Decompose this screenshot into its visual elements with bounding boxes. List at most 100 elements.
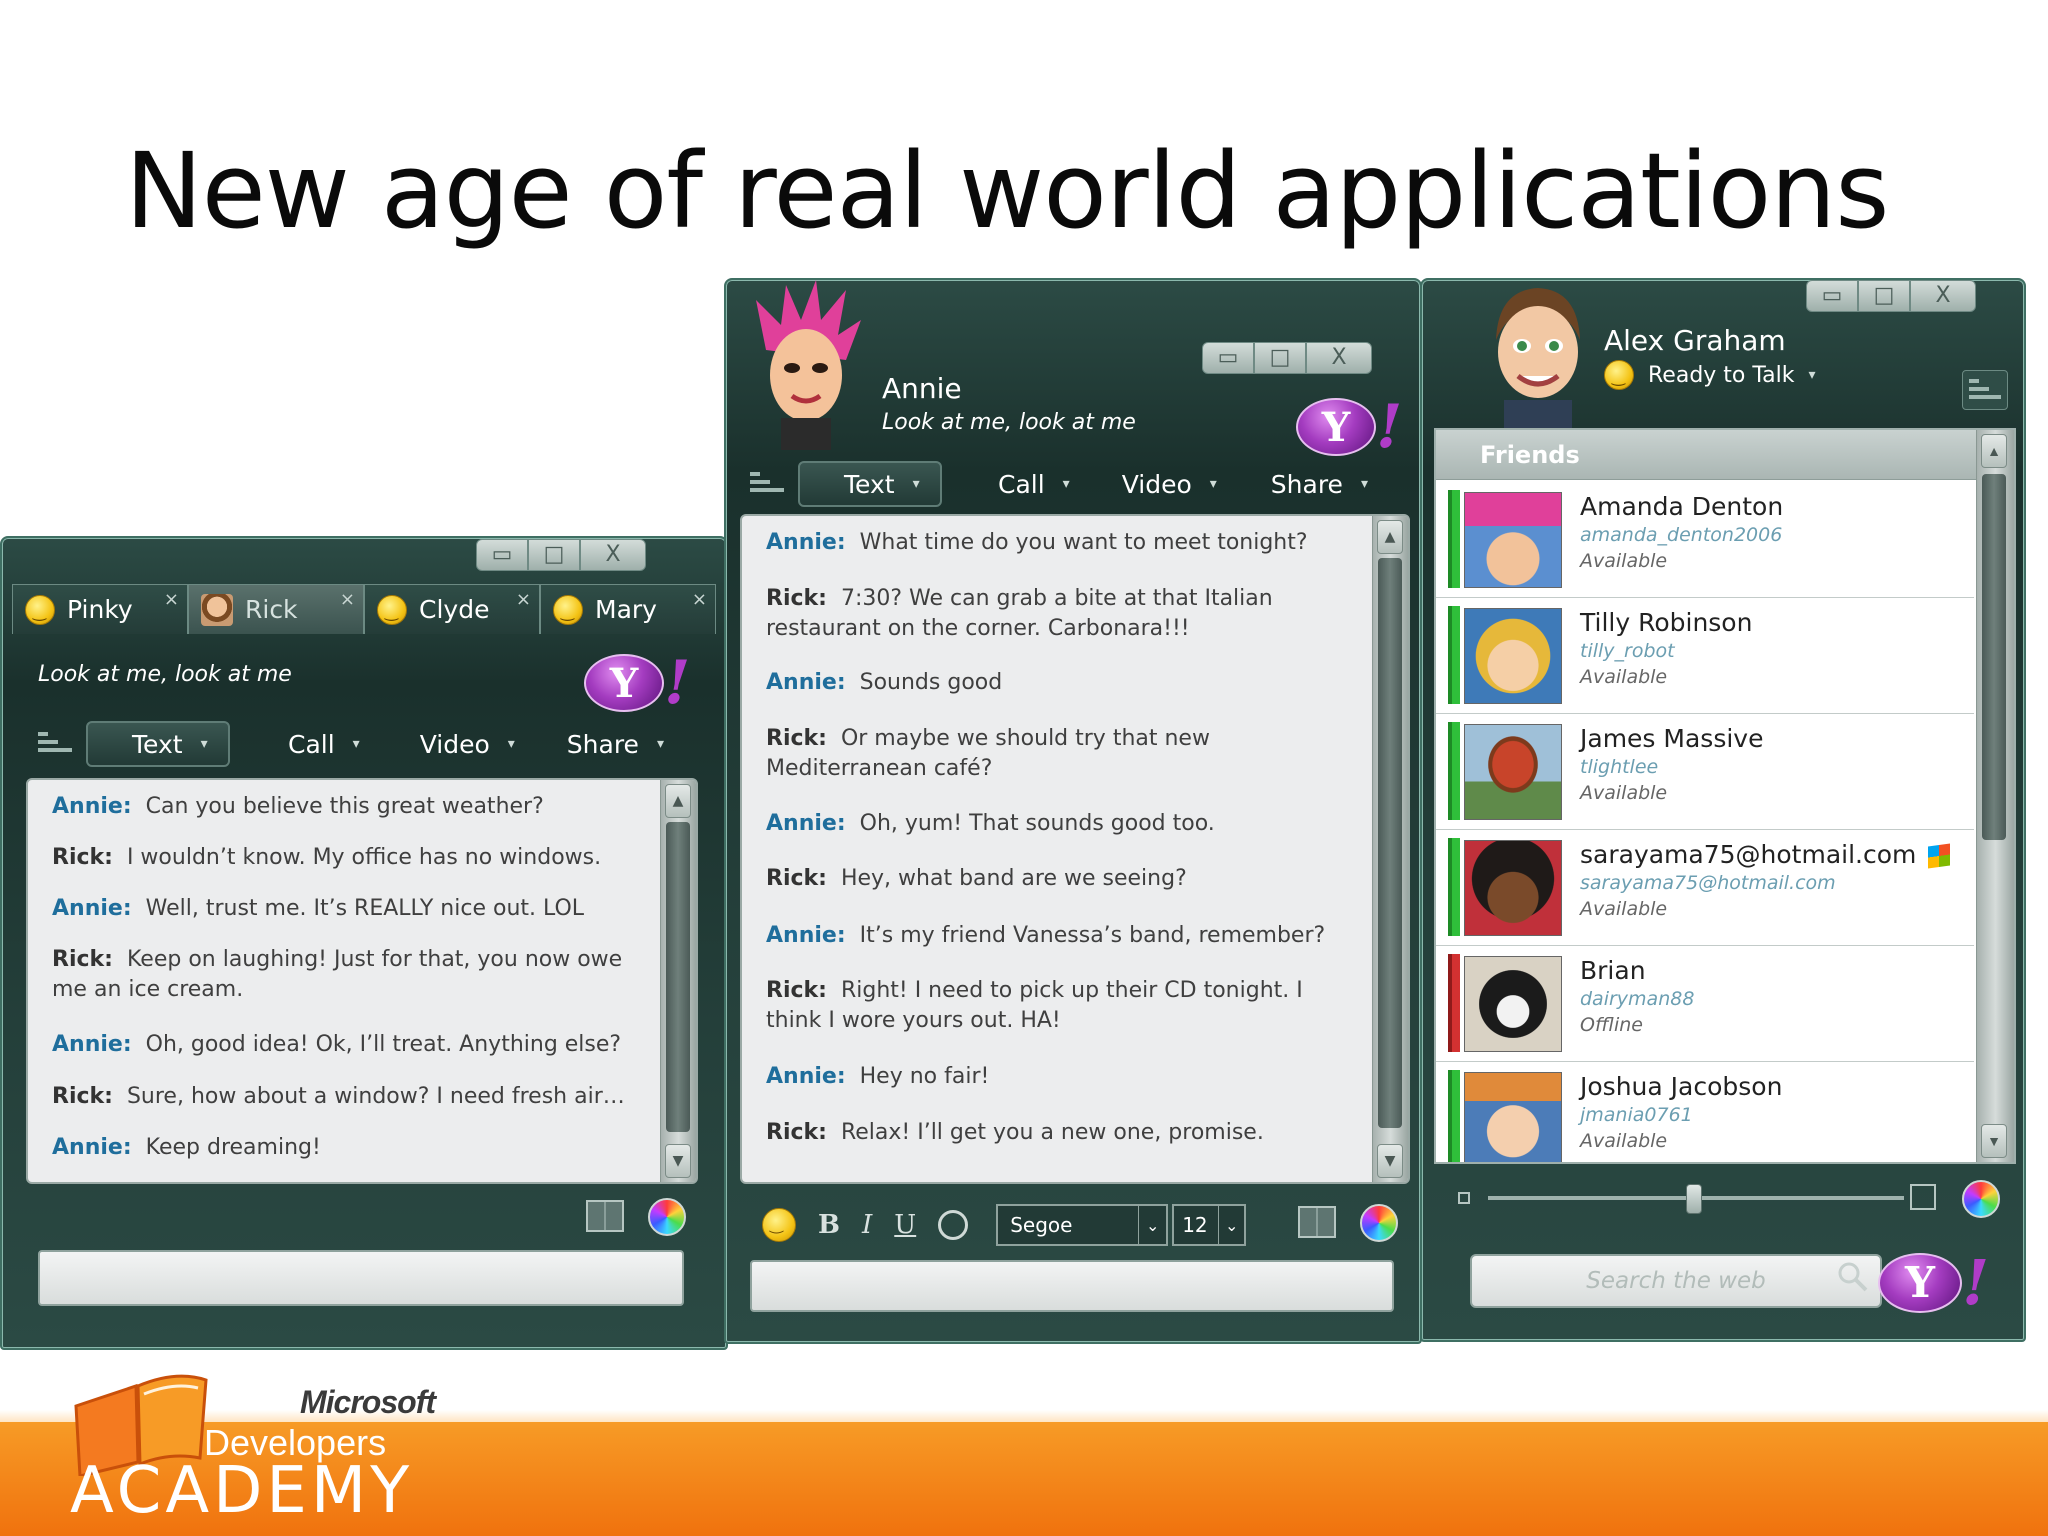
scroll-up-icon[interactable]: ▲ [1981,434,2007,468]
large-view-icon[interactable] [1910,1184,1936,1210]
minimize-button[interactable]: ▭ [1806,280,1858,312]
menu-icon[interactable] [1962,370,2008,410]
message-text: Can you believe this great weather? [145,794,544,819]
online-indicator [1448,490,1460,588]
tab-label: Mary [595,595,657,624]
font-size-value: 12 [1182,1213,1208,1237]
sender-name: Rick: [52,845,113,870]
list-item[interactable]: sarayama75@hotmail.com sarayama75@hotmai… [1436,830,1974,946]
yahoo-logo: Y ! [584,648,690,718]
scroll-up-icon[interactable]: ▲ [665,784,691,818]
chevron-down-icon: ▾ [1808,367,1816,383]
close-button[interactable]: X [1306,342,1372,374]
text-button[interactable]: Text ▾ [798,461,942,507]
windows-live-icon [1928,843,1951,869]
tab-clyde[interactable]: Clyde × [364,584,540,634]
menu-icon[interactable] [38,729,72,759]
contact-name: Annie [882,372,962,405]
list-item[interactable]: Brian dairyman88 Offline [1436,946,1974,1062]
sender-name: Annie: [766,1064,846,1089]
font-color-icon[interactable] [938,1210,969,1240]
scroll-up-icon[interactable]: ▲ [1377,520,1403,554]
close-button[interactable]: X [1910,280,1976,312]
maximize-button[interactable]: □ [528,539,580,571]
tab-close-icon[interactable]: × [516,589,531,610]
list-item[interactable]: Tilly Robinson tilly_robot Available [1436,598,1974,714]
friend-name-text: sarayama75@hotmail.com [1580,840,1917,869]
chevron-down-icon: ▾ [507,736,515,752]
zoom-slider-thumb[interactable] [1686,1184,1702,1214]
font-select[interactable]: Segoe ⌄ [996,1204,1169,1246]
scroll-down-icon[interactable]: ▼ [1981,1124,2007,1158]
message: Annie: Oh, good idea! Ok, I’ll treat. An… [52,1030,668,1060]
scroll-thumb[interactable] [666,822,690,1132]
video-button[interactable]: Video ▾ [1122,470,1217,499]
friend-name: Brian [1580,956,1646,985]
yahoo-y-icon: Y [1296,398,1376,456]
friends-group-header[interactable]: Friends [1436,430,2014,480]
tab-close-icon[interactable]: × [692,589,707,610]
yahoo-logo[interactable]: Y ! [1878,1246,1989,1319]
chevron-down-icon: ⌄ [1138,1206,1166,1244]
minimize-button[interactable]: ▭ [476,539,528,571]
tab-label: Pinky [67,595,133,624]
scroll-thumb[interactable] [1982,474,2006,840]
sender-name: Annie: [766,923,846,948]
tab-label: Rick [245,595,298,624]
web-search-input[interactable]: Search the web [1470,1254,1882,1308]
search-icon[interactable] [1836,1260,1870,1294]
left-chat-window: ▭ □ X Pinky × Rick × Clyde × Mary × Look… [0,536,728,1350]
tab-close-icon[interactable]: × [340,589,355,610]
tab-pinky[interactable]: Pinky × [12,584,188,634]
message: Rick: Sure, how about a window? I need f… [52,1082,668,1112]
font-size-select[interactable]: 12 ⌄ [1172,1204,1247,1246]
tab-close-icon[interactable]: × [164,589,179,610]
search-placeholder: Search the web [1586,1268,1766,1294]
maximize-button[interactable]: □ [1858,280,1910,312]
underline-button[interactable]: U [894,1210,916,1240]
call-button[interactable]: Call ▾ [998,470,1070,499]
scroll-down-icon[interactable]: ▼ [665,1144,691,1178]
italic-button[interactable]: I [862,1210,872,1240]
layout-toggle-icon[interactable] [586,1200,624,1232]
theme-color-icon[interactable] [648,1198,686,1236]
friend-name: Joshua Jacobson [1580,1072,1783,1101]
theme-color-icon[interactable] [1962,1180,2000,1218]
emoticon-icon[interactable] [762,1208,796,1242]
layout-toggle-icon[interactable] [1298,1206,1336,1238]
vertical-scrollbar[interactable]: ▲ ▼ [1976,430,2014,1162]
tab-mary[interactable]: Mary × [540,584,716,634]
vertical-scrollbar[interactable]: ▲ ▼ [1372,516,1408,1182]
video-button[interactable]: Video ▾ [420,730,515,759]
tab-rick[interactable]: Rick × [188,584,364,634]
menu-icon[interactable] [750,469,784,499]
close-button[interactable]: X [580,539,646,571]
list-item[interactable]: James Massive tlightlee Available [1436,714,1974,830]
list-item[interactable]: Joshua Jacobson jmania0761 Available [1436,1062,1974,1162]
scroll-down-icon[interactable]: ▼ [1377,1144,1403,1178]
maximize-button[interactable]: □ [1254,342,1306,374]
contact-status-message: Look at me, look at me [38,662,292,687]
message-input[interactable] [38,1250,684,1306]
theme-color-icon[interactable] [1360,1204,1398,1242]
presence-selector[interactable]: Ready to Talk ▾ [1604,360,1816,390]
message-input[interactable] [750,1260,1394,1312]
call-button[interactable]: Call ▾ [288,730,360,759]
avatar [1464,724,1562,820]
message-text: Keep on laughing! Just for that, you now… [52,947,623,1002]
list-item[interactable]: Amanda Denton amanda_denton2006 Availabl… [1436,482,1974,598]
share-button[interactable]: Share ▾ [1271,470,1368,499]
minimize-button[interactable]: ▭ [1202,342,1254,374]
friend-status: Offline [1580,1014,1643,1036]
vertical-scrollbar[interactable]: ▲ ▼ [660,780,696,1182]
scroll-thumb[interactable] [1378,558,1402,1128]
small-view-icon[interactable] [1458,1192,1470,1204]
sender-name: Rick: [766,866,827,891]
bold-button[interactable]: B [818,1210,840,1240]
text-button[interactable]: Text ▾ [86,721,230,767]
sender-name: Annie: [52,896,132,921]
message-text: I wouldn’t know. My office has no window… [126,845,602,870]
share-button[interactable]: Share ▾ [567,730,664,759]
smiley-icon [25,594,55,625]
message-text: Oh, yum! That sounds good too. [859,811,1215,836]
